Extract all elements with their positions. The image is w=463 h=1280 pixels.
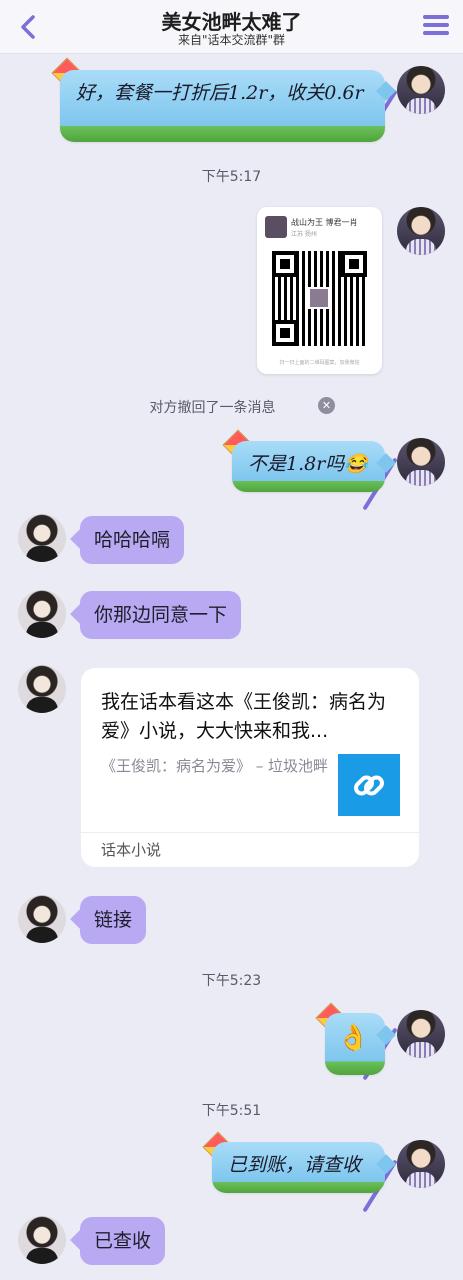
message-bubble-mine[interactable]: 已到账，请查收 (212, 1142, 385, 1193)
timestamp: 下午5:51 (201, 1103, 262, 1119)
share-title: 我在话本看这本《王俊凯：病名为爱》小说，大大快来和我... (101, 691, 387, 742)
share-link-card[interactable]: 我在话本看这本《王俊凯：病名为爱》小说，大大快来和我... 《王俊凯：病名为爱》… (81, 668, 419, 867)
timestamp: 下午5:17 (201, 169, 262, 185)
message-text: 不是1.8r吗😂 (248, 453, 368, 475)
chat-header: 美女池畔太难了 来自"话本交流群"群 (0, 0, 463, 54)
avatar-other[interactable] (18, 895, 66, 943)
hamburger-icon (423, 15, 449, 35)
share-source: 话本小说 (81, 832, 419, 867)
message-bubble-other[interactable]: 你那边同意一下 (70, 591, 242, 639)
message-bubble-other[interactable]: 已查收 (70, 1217, 166, 1265)
message-bubble-other[interactable]: 哈哈哈嗝 (70, 516, 185, 564)
qr-profile-name: 战山为王 博君一肖 (291, 218, 358, 227)
message-text: 哈哈哈嗝 (94, 529, 171, 551)
qr-code-card[interactable]: 战山为王 博君一肖 江苏 扬州 扫一扫上面的二维码图案，加我微信 (257, 207, 382, 374)
message-bubble-other[interactable]: 链接 (70, 896, 147, 944)
message-text: 好，套餐一打折后1.2r，收关0.6r (76, 82, 364, 104)
timestamp: 下午5:23 (201, 973, 262, 989)
menu-button[interactable] (423, 15, 449, 39)
message-bubble-mine[interactable]: 👌 (325, 1013, 385, 1075)
avatar-me[interactable] (397, 207, 445, 255)
message-bubble-mine[interactable]: 好，套餐一打折后1.2r，收关0.6r (60, 70, 385, 142)
avatar-me[interactable] (397, 66, 445, 114)
avatar-other[interactable] (18, 514, 66, 562)
share-description: 《王俊凯：病名为爱》 – 垃圾池畔 (101, 757, 329, 775)
avatar-other[interactable] (18, 1216, 66, 1264)
avatar-me[interactable] (397, 1010, 445, 1058)
message-text: 👌 (337, 1023, 370, 1053)
message-text: 你那边同意一下 (94, 604, 228, 626)
message-bubble-mine[interactable]: 不是1.8r吗😂 (232, 441, 385, 492)
avatar-other[interactable] (18, 590, 66, 638)
qr-profile-avatar (265, 216, 287, 238)
avatar-me[interactable] (397, 438, 445, 486)
avatar-other[interactable] (18, 665, 66, 713)
chat-subtitle: 来自"话本交流群"群 (177, 33, 286, 47)
link-icon (338, 754, 400, 816)
qr-profile-location: 江苏 扬州 (291, 231, 317, 238)
message-text: 链接 (94, 909, 133, 931)
recall-notice: 对方撤回了一条消息 (149, 400, 276, 416)
qr-code-icon (272, 251, 367, 346)
message-text: 已查收 (94, 1230, 152, 1252)
message-text: 已到账，请查收 (228, 1154, 362, 1176)
close-icon[interactable]: ✕ (318, 397, 335, 414)
qr-footer-text: 扫一扫上面的二维码图案，加我微信 (279, 360, 360, 366)
avatar-me[interactable] (397, 1140, 445, 1188)
